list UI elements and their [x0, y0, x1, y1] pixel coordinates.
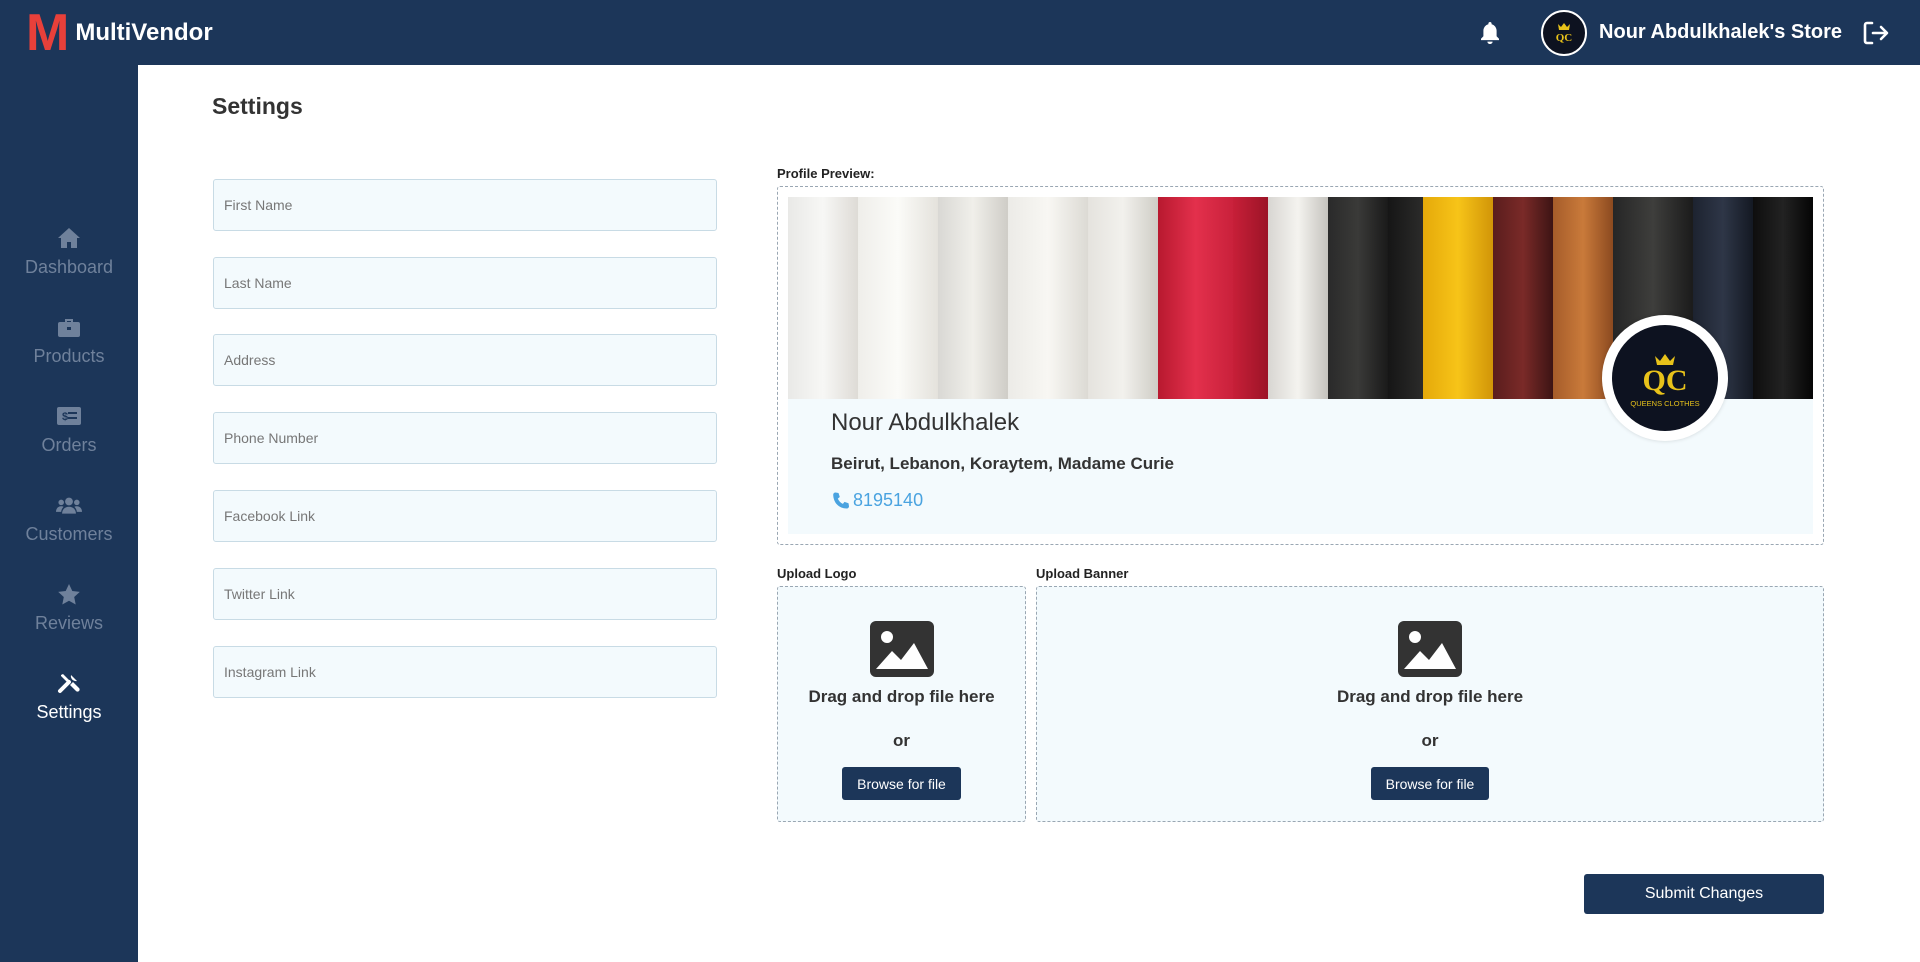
drag-drop-text: Drag and drop file here [1336, 687, 1524, 706]
receipt-icon: $ [56, 403, 82, 429]
logout-icon[interactable] [1862, 19, 1890, 47]
image-icon [1398, 621, 1462, 677]
sidebar-item-products[interactable]: Products [0, 314, 138, 367]
upload-banner-dropzone[interactable]: Drag and drop file here or Browse for fi… [1036, 586, 1824, 822]
profile-logo: QC QUEENS CLOTHES [1602, 315, 1728, 441]
brand-name: MultiVendor [75, 18, 213, 46]
upload-logo-label: Upload Logo [777, 566, 857, 581]
profile-phone-number: 8195140 [853, 490, 924, 510]
store-avatar[interactable]: QC [1541, 9, 1588, 56]
sidebar-item-customers[interactable]: Customers [0, 492, 138, 545]
svg-text:QUEENS CLOTHES: QUEENS CLOTHES [1630, 399, 1699, 408]
image-icon [869, 621, 934, 677]
browse-logo-button[interactable]: Browse for file [842, 767, 961, 800]
profile-preview-label: Profile Preview: [777, 166, 875, 181]
brand[interactable]: M MultiVendor [26, 7, 213, 59]
sidebar-item-label: Reviews [34, 613, 104, 633]
profile-name: Nour Abdulkhalek [831, 409, 1020, 436]
sidebar-item-reviews[interactable]: Reviews [0, 581, 138, 634]
svg-text:QC: QC [1556, 32, 1573, 44]
or-text: or [1421, 731, 1439, 750]
brand-logo: M [26, 3, 69, 62]
svg-text:QC: QC [1643, 364, 1688, 397]
page-title: Settings [212, 93, 303, 119]
browse-banner-button[interactable]: Browse for file [1370, 767, 1490, 800]
address-input[interactable] [213, 334, 717, 386]
upload-logo-dropzone[interactable]: Drag and drop file here or Browse for fi… [777, 586, 1026, 822]
profile-phone: 8195140 [831, 490, 923, 511]
sidebar-item-label: Dashboard [24, 257, 114, 277]
queens-clothes-logo: QC QUEENS CLOTHES [1630, 354, 1700, 408]
profile-preview: Nour Abdulkhalek Beirut, Lebanon, Korayt… [777, 186, 1824, 545]
sidebar-item-label: Settings [36, 702, 102, 722]
phone-icon [831, 491, 851, 511]
top-navbar: M MultiVendor QC Nour Abdulkhalek's Stor… [0, 0, 1920, 65]
instagram-link-input[interactable] [213, 646, 717, 698]
star-icon [56, 581, 82, 607]
home-icon [56, 225, 82, 251]
drag-drop-text: Drag and drop file here [808, 687, 995, 706]
sidebar-item-label: Customers [25, 524, 113, 544]
sidebar-item-orders[interactable]: $ Orders [0, 403, 138, 456]
sidebar: Dashboard Products $ Orders Customers Re… [0, 65, 138, 962]
store-name[interactable]: Nour Abdulkhalek's Store [1599, 21, 1842, 44]
profile-address: Beirut, Lebanon, Koraytem, Madame Curie [831, 454, 1174, 473]
upload-banner-label: Upload Banner [1036, 566, 1129, 581]
phone-number-input[interactable] [213, 412, 717, 464]
twitter-link-input[interactable] [213, 568, 717, 620]
last-name-input[interactable] [213, 257, 717, 309]
first-name-input[interactable] [213, 179, 717, 231]
sidebar-item-dashboard[interactable]: Dashboard [0, 225, 138, 278]
sidebar-item-settings[interactable]: Settings [0, 670, 138, 723]
tools-icon [56, 670, 82, 696]
sidebar-item-label: Orders [41, 435, 97, 455]
briefcase-icon [56, 314, 82, 340]
submit-changes-button[interactable]: Submit Changes [1584, 874, 1824, 914]
svg-text:$: $ [62, 411, 68, 423]
bell-icon[interactable] [1477, 20, 1503, 46]
sidebar-item-label: Products [33, 346, 105, 366]
users-icon [56, 492, 82, 518]
or-text: or [893, 731, 910, 750]
facebook-link-input[interactable] [213, 490, 717, 542]
